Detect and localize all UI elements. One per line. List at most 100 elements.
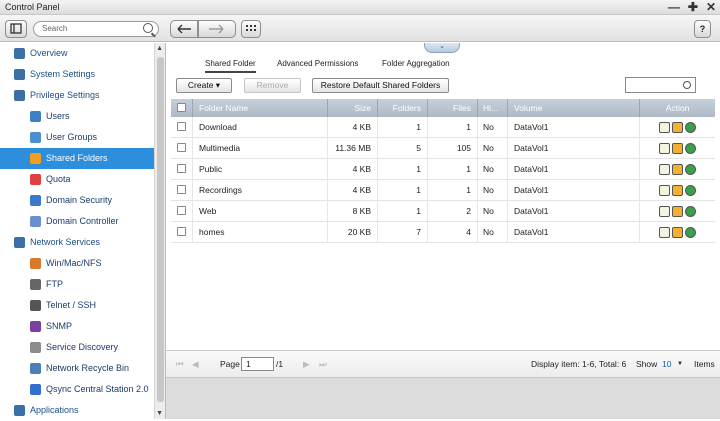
first-page-icon[interactable]: ⏮	[176, 359, 184, 370]
tab-shared-folder[interactable]: Shared Folder	[205, 59, 256, 73]
sidebar-item-user-groups[interactable]: User Groups	[0, 127, 154, 148]
show-count-select[interactable]: 10	[662, 359, 671, 369]
folder-permissions-icon[interactable]	[672, 206, 683, 217]
create-button[interactable]: Create ▾	[176, 78, 232, 93]
collapse-handle[interactable]: ⌄	[424, 43, 460, 53]
sidebar-item-quota[interactable]: Quota	[0, 169, 154, 190]
table-row[interactable]: Web 8 KB 1 2 No DataVol1	[171, 201, 715, 222]
folder-permissions-icon[interactable]	[672, 185, 683, 196]
col-folder-name[interactable]: Folder Name	[193, 99, 328, 117]
col-volume[interactable]: Volume	[508, 99, 640, 117]
sidebar-item-snmp[interactable]: SNMP	[0, 316, 154, 337]
refresh-icon[interactable]	[685, 185, 696, 196]
table-row[interactable]: Multimedia 11.36 MB 5 105 No DataVol1	[171, 138, 715, 159]
quota-icon	[30, 174, 41, 185]
snmp-icon	[30, 321, 41, 332]
prev-page-icon[interactable]: ◀	[192, 359, 199, 370]
col-size[interactable]: Size	[328, 99, 378, 117]
sidebar-scrollbar[interactable]	[154, 43, 165, 419]
table-row[interactable]: Public 4 KB 1 1 No DataVol1	[171, 159, 715, 180]
folder-search-input[interactable]	[625, 77, 696, 93]
users-icon	[30, 111, 41, 122]
sidebar-item-domain-controller[interactable]: Domain Controller	[0, 211, 154, 232]
row-checkbox[interactable]	[177, 185, 186, 194]
sidebar-item-service-discovery[interactable]: Service Discovery	[0, 337, 154, 358]
search-icon	[683, 81, 691, 89]
refresh-icon[interactable]	[685, 206, 696, 217]
sidebar-item-label: Privilege Settings	[30, 90, 100, 100]
row-checkbox[interactable]	[177, 227, 186, 236]
sidebar-item-shared-folders[interactable]: Shared Folders	[0, 148, 154, 169]
scroll-down-icon[interactable]: ▼	[156, 410, 163, 417]
sidebar-item-network-services[interactable]: Network Services	[0, 232, 154, 253]
select-all-checkbox[interactable]	[177, 103, 186, 112]
sidebar-item-domain-security[interactable]: Domain Security	[0, 190, 154, 211]
search-input[interactable]: Search	[33, 21, 159, 37]
sidebar-item-users[interactable]: Users	[0, 106, 154, 127]
row-checkbox[interactable]	[177, 164, 186, 173]
sidebar-item-network-recycle-bin[interactable]: Network Recycle Bin	[0, 358, 154, 379]
sidebar-item-win-mac-nfs[interactable]: Win/Mac/NFS	[0, 253, 154, 274]
col-folders[interactable]: Folders	[378, 99, 428, 117]
folder-permissions-icon[interactable]	[672, 122, 683, 133]
folders-cell: 1	[378, 201, 428, 221]
edit-icon[interactable]	[659, 143, 670, 154]
sidebar-item-privilege-settings[interactable]: Privilege Settings	[0, 85, 154, 106]
sidebar-item-label: Service Discovery	[46, 342, 119, 352]
table-row[interactable]: Download 4 KB 1 1 No DataVol1	[171, 117, 715, 138]
restore-default-button[interactable]: Restore Default Shared Folders	[312, 78, 449, 93]
app-grid-button[interactable]	[241, 20, 261, 38]
edit-icon[interactable]	[659, 164, 670, 175]
edit-icon[interactable]	[659, 227, 670, 238]
col-files[interactable]: Files	[428, 99, 478, 117]
sidebar-item-ftp[interactable]: FTP	[0, 274, 154, 295]
next-page-icon[interactable]: ▶	[303, 359, 310, 370]
refresh-icon[interactable]	[685, 164, 696, 175]
last-page-icon[interactable]: ⏭	[319, 359, 327, 370]
sidebar-item-overview[interactable]: Overview	[0, 43, 154, 64]
refresh-icon[interactable]	[685, 143, 696, 154]
edit-icon[interactable]	[659, 206, 670, 217]
edit-icon[interactable]	[659, 185, 670, 196]
refresh-icon[interactable]	[685, 227, 696, 238]
sidebar-item-system-settings[interactable]: System Settings	[0, 64, 154, 85]
display-count: Display item: 1-6, Total: 6	[531, 359, 627, 369]
privilege-settings-icon	[14, 90, 25, 101]
toolbar: Search ?	[0, 15, 720, 42]
overview-icon	[14, 48, 25, 59]
sidebar-item-applications[interactable]: Applications	[0, 400, 154, 421]
folder-name-cell: Public	[193, 159, 328, 179]
maximize-button[interactable]: ✚	[688, 1, 698, 13]
tab-advanced-permissions[interactable]: Advanced Permissions	[277, 59, 358, 73]
sidebar-toggle-button[interactable]	[5, 20, 27, 38]
scrollbar-thumb[interactable]	[157, 57, 164, 402]
refresh-icon[interactable]	[685, 122, 696, 133]
hidden-cell: No	[478, 201, 508, 221]
tab-folder-aggregation[interactable]: Folder Aggregation	[382, 59, 450, 73]
hidden-cell: No	[478, 117, 508, 137]
col-hidden[interactable]: Hi...	[478, 99, 508, 117]
back-button[interactable]	[170, 20, 198, 38]
minimize-button[interactable]: —	[668, 1, 680, 13]
sidebar-item-label: Telnet / SSH	[46, 300, 97, 310]
forward-button[interactable]	[198, 20, 236, 38]
dropdown-arrow-icon[interactable]: ▼	[677, 361, 683, 367]
row-checkbox[interactable]	[177, 122, 186, 131]
table-row[interactable]: Recordings 4 KB 1 1 No DataVol1	[171, 180, 715, 201]
help-button[interactable]: ?	[694, 20, 711, 38]
sidebar-item-qsync-central-station-2-0[interactable]: Qsync Central Station 2.0	[0, 379, 154, 400]
shared-folder-table: Folder Name Size Folders Files Hi... Vol…	[171, 99, 715, 243]
close-button[interactable]: ✕	[706, 1, 716, 13]
sidebar: Overview System Settings Privilege Setting…	[0, 43, 166, 419]
row-checkbox[interactable]	[177, 206, 186, 215]
edit-icon[interactable]	[659, 122, 670, 133]
sidebar-item-telnet-ssh[interactable]: Telnet / SSH	[0, 295, 154, 316]
folder-permissions-icon[interactable]	[672, 227, 683, 238]
scroll-up-icon[interactable]: ▲	[156, 45, 163, 52]
remove-button[interactable]: Remove	[244, 78, 301, 93]
row-checkbox[interactable]	[177, 143, 186, 152]
table-row[interactable]: homes 20 KB 7 4 No DataVol1	[171, 222, 715, 243]
page-number-input[interactable]: 1	[241, 357, 274, 371]
folder-permissions-icon[interactable]	[672, 164, 683, 175]
folder-permissions-icon[interactable]	[672, 143, 683, 154]
